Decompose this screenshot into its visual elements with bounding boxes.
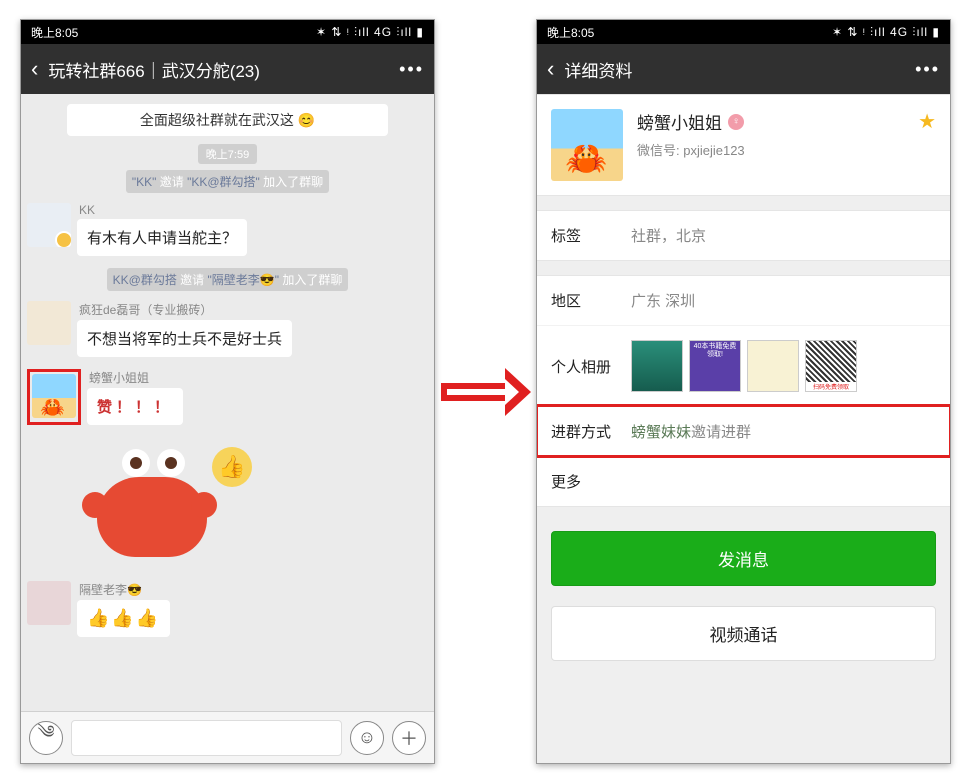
text-input[interactable] <box>71 720 342 756</box>
sender-label: 螃蟹小姐姐 <box>87 369 183 386</box>
system-invite-2: KK@群勾搭 邀请 "隔壁老李😎" 加入了群聊 <box>107 268 349 291</box>
avatar-laoli[interactable] <box>27 581 71 625</box>
thumbs-up-icon: 👍 <box>212 447 252 487</box>
region-row[interactable]: 地区 广东 深圳 <box>537 276 950 325</box>
more-icon[interactable]: ••• <box>915 59 940 80</box>
message-laoli: 隔壁老李😎 👍👍👍 <box>27 581 428 637</box>
tags-label: 标签 <box>551 225 631 246</box>
album-thumb[interactable] <box>747 340 799 392</box>
album-thumb[interactable] <box>631 340 683 392</box>
region-value: 广东 深圳 <box>631 290 936 311</box>
album-label: 个人相册 <box>551 356 631 377</box>
more-icon[interactable]: ••• <box>399 59 424 80</box>
gender-female-icon: ♀ <box>728 114 744 130</box>
album-row[interactable]: 个人相册 <box>537 325 950 406</box>
status-time: 晚上8:05 <box>547 24 594 41</box>
star-icon[interactable]: ★ <box>918 109 936 134</box>
profile-info-card: 地区 广东 深圳 个人相册 进群方式 螃蟹妹妹邀请进群 更多 <box>537 275 950 507</box>
more-row[interactable]: 更多 <box>537 456 950 506</box>
album-thumb[interactable] <box>689 340 741 392</box>
avatar-highlighted <box>27 369 81 425</box>
message-bubble[interactable]: 有木有人申请当舵主？ <box>77 219 247 256</box>
status-time: 晚上8:05 <box>31 24 78 41</box>
back-icon[interactable]: ‹ <box>31 56 38 82</box>
message-kk: KK 有木有人申请当舵主？ <box>27 203 428 256</box>
chat-navbar: ‹ 玩转社群666｜武汉分舵(23) ••• <box>21 44 434 94</box>
sender-label: 隔壁老李😎 <box>77 581 170 598</box>
wechat-id: 微信号: pxjiejie123 <box>637 140 936 159</box>
system-invite-1: "KK" 邀请 "KK@群勾搭" 加入了群聊 <box>126 170 329 193</box>
join-label: 进群方式 <box>551 421 631 442</box>
chat-body[interactable]: 全面超级社群就在武汉这 😊 晚上7:59 "KK" 邀请 "KK@群勾搭" 加入… <box>21 94 434 711</box>
chat-title: 玩转社群666｜武汉分舵(23) <box>48 57 389 82</box>
message-lei: 疯狂de磊哥（专业搬砖） 不想当将军的士兵不是好士兵 <box>27 301 428 357</box>
back-icon[interactable]: ‹ <box>547 56 554 82</box>
avatar-crab[interactable] <box>32 374 76 418</box>
album-thumb-qr[interactable] <box>805 340 857 392</box>
nickname: 螃蟹小姐姐 <box>637 109 722 134</box>
status-bar: 晚上8:05 ✶ ⇅ ᵎ ⫶ıll 4G ⫶ıll ▮ <box>21 20 434 44</box>
profile-title: 详细资料 <box>564 57 905 82</box>
send-message-button[interactable]: 发消息 <box>551 531 936 586</box>
profile-avatar[interactable] <box>551 109 623 181</box>
profile-navbar: ‹ 详细资料 ••• <box>537 44 950 94</box>
sender-label: 疯狂de磊哥（专业搬砖） <box>77 301 292 318</box>
sender-label: KK <box>77 203 247 217</box>
message-bubble[interactable]: 赞！！！ <box>87 388 183 425</box>
status-icons: ✶ ⇅ ᵎ ⫶ıll 4G ⫶ıll ▮ <box>832 25 940 40</box>
message-crab: 螃蟹小姐姐 赞！！！ <box>27 369 428 425</box>
chat-input-bar: ༄ ☺ ＋ <box>21 711 434 763</box>
crab-sticker[interactable]: 👍 <box>77 437 247 577</box>
profile-screen: 晚上8:05 ✶ ⇅ ᵎ ⫶ıll 4G ⫶ıll ▮ ‹ 详细资料 ••• 螃… <box>536 19 951 764</box>
video-call-button[interactable]: 视频通话 <box>551 606 936 661</box>
message-bubble[interactable]: 不想当将军的士兵不是好士兵 <box>77 320 292 357</box>
region-label: 地区 <box>551 290 631 311</box>
avatar-lei[interactable] <box>27 301 71 345</box>
profile-details-card: 标签 社群，北京 <box>537 210 950 261</box>
more-label: 更多 <box>551 471 631 492</box>
tags-value: 社群，北京 <box>631 225 936 246</box>
timestamp-pill: 晚上7:59 <box>198 144 257 164</box>
profile-body[interactable]: 螃蟹小姐姐 ♀ ★ 微信号: pxjiejie123 标签 社群，北京 地区 广… <box>537 94 950 763</box>
chat-screen: 晚上8:05 ✶ ⇅ ᵎ ⫶ıll 4G ⫶ıll ▮ ‹ 玩转社群666｜武汉… <box>20 19 435 764</box>
avatar-kk[interactable] <box>27 203 71 247</box>
status-bar: 晚上8:05 ✶ ⇅ ᵎ ⫶ıll 4G ⫶ıll ▮ <box>537 20 950 44</box>
message-bubble[interactable]: 👍👍👍 <box>77 600 170 637</box>
emoji-icon[interactable]: ☺ <box>350 721 384 755</box>
tags-row[interactable]: 标签 社群，北京 <box>537 211 950 260</box>
voice-icon[interactable]: ༄ <box>29 721 63 755</box>
join-method-row[interactable]: 进群方式 螃蟹妹妹邀请进群 <box>537 406 950 456</box>
plus-icon[interactable]: ＋ <box>392 721 426 755</box>
status-icons: ✶ ⇅ ᵎ ⫶ıll 4G ⫶ıll ▮ <box>316 25 424 40</box>
profile-header-card: 螃蟹小姐姐 ♀ ★ 微信号: pxjiejie123 <box>537 94 950 196</box>
arrow-icon <box>441 367 531 417</box>
truncated-message: 全面超级社群就在武汉这 😊 <box>67 104 388 136</box>
join-value: 螃蟹妹妹邀请进群 <box>631 421 936 442</box>
